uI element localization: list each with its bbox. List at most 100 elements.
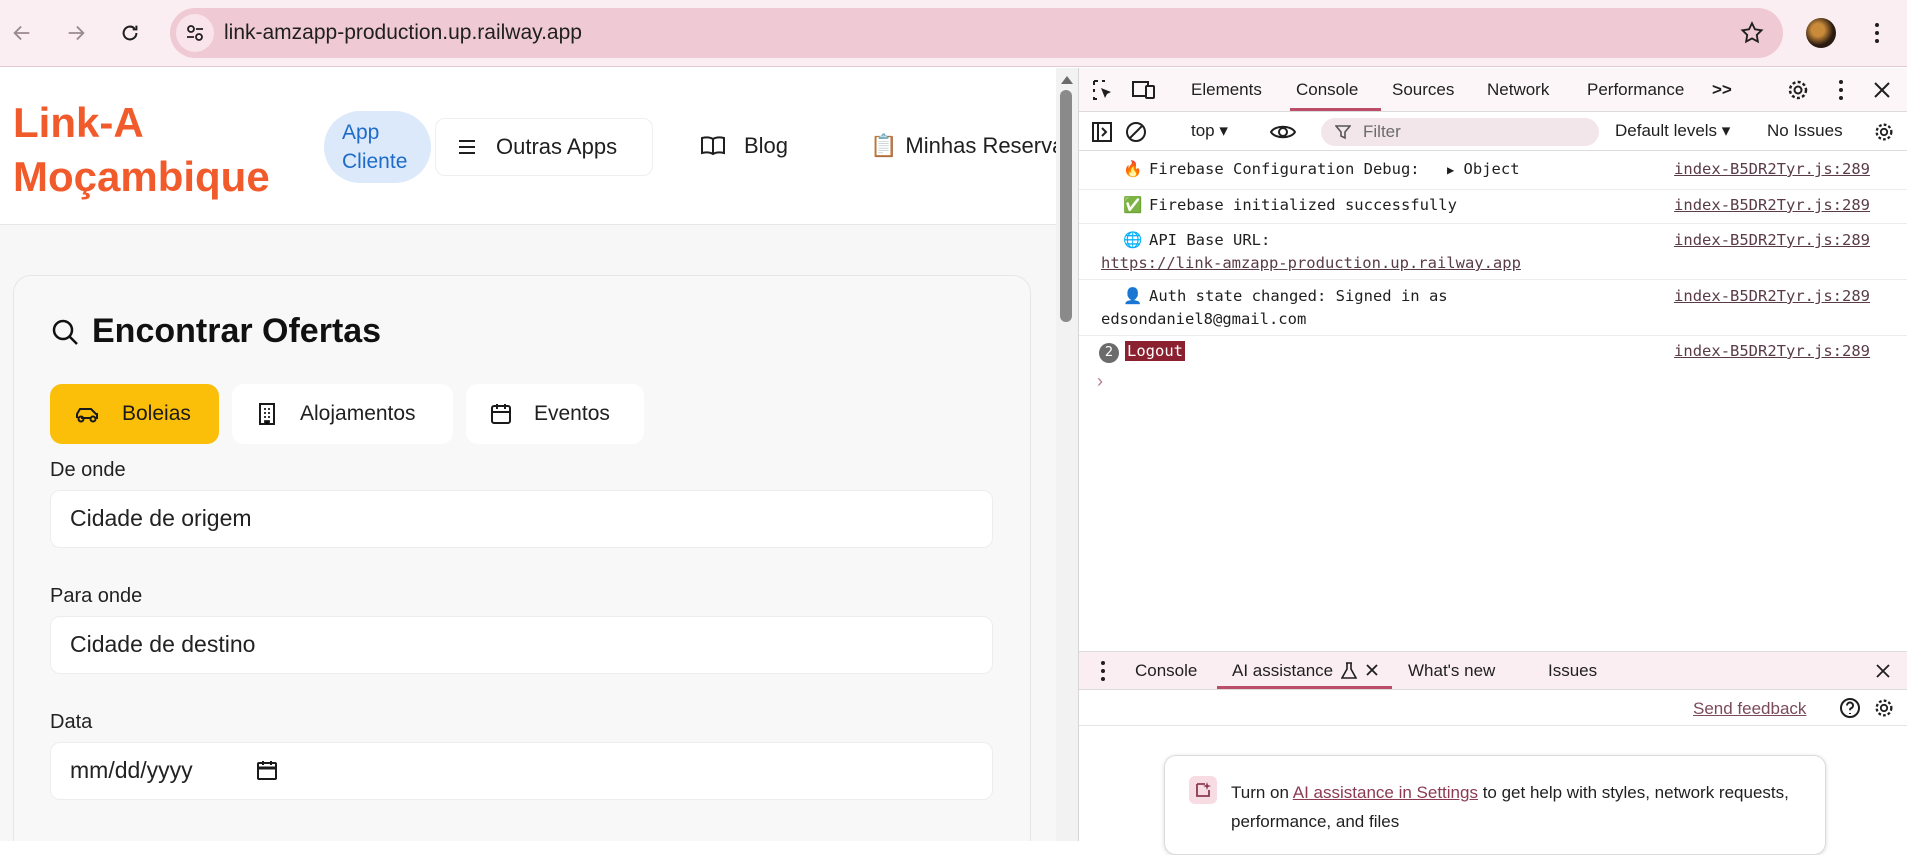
check-icon: ✅ [1123,196,1143,214]
date-input[interactable]: mm/dd/yyyy [50,742,993,800]
tab-elements[interactable]: Elements [1191,80,1262,100]
console-message[interactable]: 2 Logout index-B5DR2Tyr.js:289 [1079,336,1907,370]
arrow-right-icon [68,25,85,41]
menu-icon [459,140,475,154]
ai-assistance-notice: Turn on AI assistance in Settings to get… [1164,755,1826,855]
help-icon[interactable] [1839,697,1861,719]
settings-gear-icon[interactable] [1786,78,1810,102]
fire-icon: 🔥 [1123,160,1143,178]
send-feedback-link[interactable]: Send feedback [1693,699,1806,719]
context-selector[interactable]: top ▾ [1191,121,1228,141]
more-tabs-icon[interactable]: >> [1712,80,1732,100]
forward-button[interactable] [58,15,94,51]
sidebar-toggle-icon[interactable] [1091,121,1113,143]
eye-icon[interactable] [1269,122,1297,142]
context-label: top [1191,121,1215,140]
log-text: Firebase Configuration Debug: [1149,160,1420,178]
tab-eventos-label: Eventos [534,402,610,425]
card-title-text: Encontrar Ofertas [92,312,382,350]
user-icon: 👤 [1123,287,1143,305]
log-source-link[interactable]: index-B5DR2Tyr.js:289 [1674,285,1870,308]
console-prompt-icon[interactable]: › [1097,371,1103,392]
log-source-link[interactable]: index-B5DR2Tyr.js:289 [1674,342,1870,360]
site-header: Link-A Moçambique App Cliente Outras App… [0,68,1056,225]
drawer-tab-issues[interactable]: Issues [1548,661,1597,681]
close-tab-icon[interactable] [1365,663,1379,677]
drawer-tabbar: Console AI assistance What's new Issues [1079,652,1907,690]
app-cliente-line-1: App [342,121,380,144]
console-message[interactable]: 👤 Auth state changed: Signed in as edsond… [1079,280,1907,336]
ai-settings-icon[interactable] [1873,697,1895,719]
close-drawer-icon[interactable] [1875,663,1891,679]
book-open-icon [701,136,725,156]
card-title: Encontrar Ofertas [50,312,381,351]
devtools-menu-icon[interactable] [1839,80,1843,100]
date-label: Data [50,711,93,733]
tab-boleias-label: Boleias [122,402,191,425]
reload-button[interactable] [112,15,148,51]
site-info-icon[interactable] [176,14,214,52]
browser-toolbar: link-amzapp-production.up.railway.app [0,0,1907,67]
drawer-tab-console[interactable]: Console [1135,661,1197,681]
filter-input[interactable]: Filter [1321,118,1599,146]
search-icon [52,319,78,345]
console-message[interactable]: ✅ Firebase initialized successfully index… [1079,190,1907,224]
inspect-element-icon[interactable] [1091,78,1115,102]
logo-line-1: Link-A [13,99,144,146]
calendar-icon [491,404,511,424]
flask-icon [1341,662,1357,679]
devtools-drawer: Console AI assistance What's new Issues … [1079,651,1907,855]
site-logo[interactable]: Link-A Moçambique [13,96,270,204]
scrollbar-thumb[interactable] [1060,90,1072,322]
to-label: Para onde [50,585,143,607]
clear-console-icon[interactable] [1125,121,1147,143]
tab-eventos[interactable]: Eventos [466,384,644,444]
expand-triangle-icon[interactable]: ▶ [1447,163,1454,177]
calendar-picker-icon[interactable] [256,759,278,781]
console-settings-icon[interactable] [1873,121,1895,143]
log-levels-label: Default levels [1615,121,1718,140]
clipboard-icon: 📋 [870,133,898,158]
page-scrollbar[interactable] [1056,68,1078,841]
blog-link[interactable]: Blog [700,133,788,159]
drawer-tab-whats-new[interactable]: What's new [1408,661,1495,681]
close-devtools-icon[interactable] [1872,80,1892,100]
browser-menu-icon[interactable] [1862,18,1892,48]
outras-apps-button[interactable]: Outras Apps [435,118,653,176]
profile-avatar[interactable] [1806,18,1836,48]
log-text: API Base URL: [1149,231,1271,249]
origin-input[interactable]: Cidade de origem [50,490,993,548]
ai-sparkle-icon [1189,776,1217,804]
log-source-link[interactable]: index-B5DR2Tyr.js:289 [1674,196,1870,214]
ai-feedback-bar: Send feedback [1079,690,1907,726]
log-text-highlighted: Logout [1125,341,1185,361]
logo-line-2: Moçambique [13,153,270,200]
tab-console[interactable]: Console [1296,80,1358,100]
back-button[interactable] [4,15,40,51]
log-source-link[interactable]: index-B5DR2Tyr.js:289 [1674,229,1870,252]
address-bar[interactable]: link-amzapp-production.up.railway.app [170,8,1783,58]
ai-settings-link[interactable]: AI assistance in Settings [1293,783,1478,802]
api-url-link[interactable]: https://link-amzapp-production.up.railwa… [1101,254,1521,272]
console-message[interactable]: 🔥 Firebase Configuration Debug: ▶ Object … [1079,152,1907,190]
tab-boleias[interactable]: Boleias [50,384,219,444]
url-text[interactable]: link-amzapp-production.up.railway.app [224,21,582,45]
tab-sources[interactable]: Sources [1392,80,1454,100]
minhas-reservas-link[interactable]: 📋 Minhas Reservas [870,133,1056,159]
scroll-up-arrow-icon[interactable] [1061,76,1073,84]
tab-performance[interactable]: Performance [1587,80,1684,100]
destination-input[interactable]: Cidade de destino [50,616,993,674]
object-preview[interactable]: Object [1464,160,1520,178]
issues-counter[interactable]: No Issues [1767,121,1843,141]
device-toolbar-icon[interactable] [1131,78,1157,102]
tab-network[interactable]: Network [1487,80,1549,100]
tab-alojamentos[interactable]: Alojamentos [232,384,453,444]
drawer-menu-icon[interactable] [1101,661,1105,681]
bookmark-star-icon[interactable] [1739,20,1765,46]
app-cliente-badge[interactable]: App Cliente [324,111,431,183]
log-levels-dropdown[interactable]: Default levels ▾ [1615,121,1730,141]
console-message[interactable]: 🌐 API Base URL: https://link-amzapp-produ… [1079,224,1907,280]
log-source-link[interactable]: index-B5DR2Tyr.js:289 [1674,160,1870,178]
drawer-tab-ai-assistance[interactable]: AI assistance [1232,661,1333,681]
devtools-tabbar: Elements Console Sources Network Perform… [1079,68,1907,112]
